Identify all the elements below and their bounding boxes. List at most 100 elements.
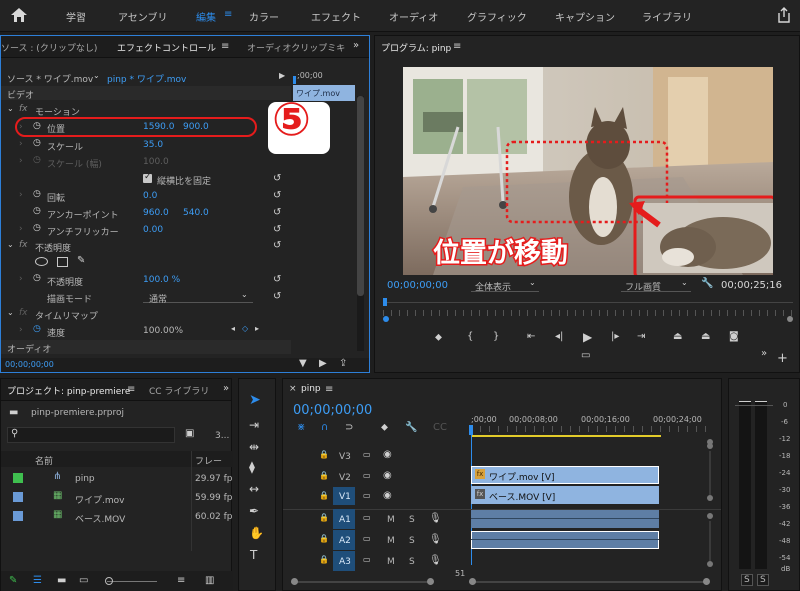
track-select-tool-icon[interactable]: ⇥	[249, 419, 259, 431]
lock-icon[interactable]: 🔒	[319, 514, 329, 522]
panel-menu-icon[interactable]: ≡	[453, 42, 461, 52]
project-item-name[interactable]: ワイプ.mov	[75, 493, 124, 506]
home-icon[interactable]	[10, 7, 28, 23]
tab-audio-mixer[interactable]: オーディオクリップミキ	[247, 41, 345, 54]
more-tabs-icon[interactable]: »	[223, 384, 229, 394]
type-tool-icon[interactable]: T	[250, 549, 257, 561]
menu-icon[interactable]: ≡	[224, 10, 232, 20]
stopwatch-icon[interactable]: ◷	[33, 274, 41, 283]
solo-button[interactable]: S	[409, 557, 415, 567]
lock-icon[interactable]: 🔒	[319, 535, 329, 543]
scrollbar-thumb[interactable]	[357, 96, 364, 296]
stopwatch-icon[interactable]: ◷	[33, 224, 41, 233]
project-search-input[interactable]	[7, 427, 175, 443]
eye-icon[interactable]: ◉	[383, 450, 392, 460]
scale-value[interactable]: 35.0	[143, 140, 163, 150]
expand-icon[interactable]: ›	[19, 224, 23, 234]
scrubber-ticks[interactable]	[383, 310, 793, 316]
wrench-icon[interactable]: 🔧	[701, 279, 713, 289]
sync-lock-icon[interactable]: ▭	[363, 514, 371, 522]
mark-in-icon[interactable]: {	[467, 332, 473, 342]
a-scroll-track[interactable]	[709, 521, 711, 561]
mini-playhead[interactable]	[293, 76, 296, 84]
reset-icon[interactable]: ↺	[273, 225, 281, 235]
camera-icon[interactable]: ◙	[729, 332, 739, 342]
ripple-edit-tool-icon[interactable]: ⇹	[249, 441, 259, 453]
more-tabs-icon[interactable]: »	[353, 41, 359, 51]
col-fps[interactable]: フレー	[195, 454, 222, 467]
chevron-down-icon[interactable]: ⌄	[241, 291, 248, 299]
timeline-playhead[interactable]	[469, 425, 473, 435]
program-timecode[interactable]: 00;00;00;00	[387, 280, 448, 291]
add-marker-icon[interactable]: ⬥	[381, 423, 388, 433]
work-area-bar[interactable]	[471, 435, 661, 437]
scrubber-line[interactable]	[383, 302, 793, 303]
lock-icon[interactable]: 🔒	[319, 472, 329, 480]
ellipse-mask-icon[interactable]	[35, 257, 48, 266]
tab-project[interactable]: プロジェクト: pinp-premiere	[7, 384, 130, 397]
label-color-swatch[interactable]	[13, 511, 23, 521]
v-scroll-top[interactable]	[707, 443, 713, 449]
program-title[interactable]: プログラム: pinp	[381, 41, 451, 54]
label-color-swatch[interactable]	[13, 492, 23, 502]
ws-libraries[interactable]: ライブラリ	[642, 9, 692, 24]
snap-icon[interactable]: ∩	[321, 423, 328, 433]
expand-icon[interactable]: ›	[19, 190, 23, 200]
stopwatch-icon[interactable]: ◷	[33, 190, 41, 199]
timeline-timecode[interactable]: 00;00;00;00	[293, 403, 372, 418]
track-v3[interactable]: V3	[339, 452, 351, 462]
freeform-view-icon[interactable]: ▭	[79, 576, 88, 586]
filter-icon[interactable]: ▼	[299, 359, 307, 369]
speed-value[interactable]: 100.00%	[143, 326, 183, 336]
expand-icon[interactable]: ›	[19, 139, 23, 149]
sync-lock-icon[interactable]: ▭	[363, 451, 371, 459]
eye-icon[interactable]: ◉	[383, 491, 392, 501]
project-item-name[interactable]: ベース.MOV	[75, 512, 125, 525]
ws-audio[interactable]: オーディオ	[389, 9, 438, 24]
ws-captions[interactable]: キャプション	[555, 9, 615, 24]
track-v2[interactable]: V2	[339, 473, 351, 483]
v-scroll-bottom[interactable]	[707, 495, 713, 501]
effect-timecode[interactable]: 00;00;00;00	[5, 360, 54, 369]
captions-icon[interactable]: CC	[433, 423, 447, 433]
close-icon[interactable]: ×	[289, 385, 297, 394]
clip-a2[interactable]	[471, 531, 659, 549]
ws-effects[interactable]: エフェクト	[311, 9, 361, 24]
sync-lock-icon[interactable]: ▭	[363, 556, 371, 564]
mic-icon[interactable]: 🎙	[429, 514, 442, 524]
play-only-icon[interactable]: ▶	[279, 72, 285, 80]
sync-lock-icon[interactable]: ▭	[363, 535, 371, 543]
ws-edit[interactable]: 編集	[196, 9, 216, 24]
icon-view-icon[interactable]: ▬	[57, 576, 66, 586]
list-view-icon[interactable]: ☰	[33, 576, 42, 586]
expand-icon[interactable]: ›	[19, 274, 23, 284]
play-icon[interactable]: ▶	[319, 359, 327, 369]
chevron-down-icon[interactable]: ⌄	[93, 72, 100, 80]
reset-icon[interactable]: ↺	[273, 292, 281, 302]
slip-tool-icon[interactable]: ↔	[249, 483, 259, 495]
ws-assembly[interactable]: アセンブリ	[118, 9, 168, 24]
reset-icon[interactable]: ↺	[273, 208, 281, 218]
step-forward-icon[interactable]: |▸	[611, 332, 619, 342]
rotation-value[interactable]: 0.0	[143, 191, 157, 201]
track-a3[interactable]: A3	[339, 557, 351, 567]
sort-icon[interactable]: ≡	[177, 576, 185, 586]
zoom-scroll-right[interactable]	[703, 578, 710, 585]
project-item-name[interactable]: pinp	[75, 474, 95, 484]
track-a2[interactable]: A2	[339, 536, 351, 546]
sequence-label[interactable]: pinp * ワイプ.mov	[107, 72, 186, 85]
stopwatch-icon[interactable]: ◷	[33, 139, 41, 148]
keyframe-icon[interactable]: ◇	[242, 325, 248, 333]
zoom-scroll-left[interactable]	[469, 578, 476, 585]
mark-out-icon[interactable]: }	[493, 332, 499, 342]
clip-a1[interactable]	[471, 510, 659, 528]
mic-icon[interactable]: 🎙	[429, 556, 442, 566]
settings-icon[interactable]: 🔧	[405, 423, 417, 433]
selection-tool-icon[interactable]: ➤	[249, 393, 261, 407]
panel-menu-icon[interactable]: ≡	[221, 42, 229, 52]
linked-selection-icon[interactable]: ⊃	[345, 423, 353, 433]
mute-button[interactable]: M	[387, 515, 395, 525]
a-scroll-bottom[interactable]	[707, 561, 713, 567]
ws-learn[interactable]: 学習	[66, 9, 86, 24]
expand-open-icon[interactable]: ⌄	[7, 241, 14, 249]
